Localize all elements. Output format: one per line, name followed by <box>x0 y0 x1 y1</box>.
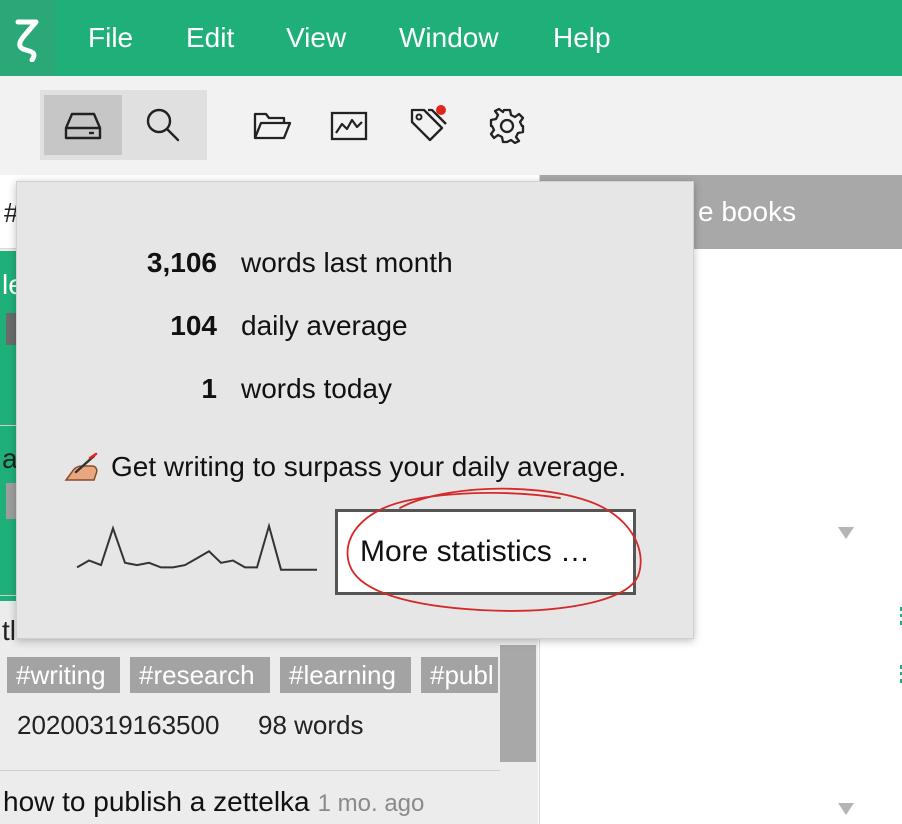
note-age: 1 mo. ago <box>317 790 425 817</box>
tag-research[interactable]: #research <box>130 657 270 693</box>
sparkline-line <box>76 522 317 571</box>
advice-text: Get writing to surpass your daily averag… <box>111 451 627 482</box>
note-id: 20200319163500 <box>17 710 220 740</box>
writing-hand-icon <box>64 452 98 481</box>
collapse-arrow-icon[interactable] <box>838 803 854 815</box>
words-last-month-value: 3,106 <box>146 247 217 278</box>
list-item[interactable]: how to publish a zettelka 1 mo. ago <box>3 784 424 822</box>
folder-open-icon <box>253 112 292 140</box>
toolbar-mode-group <box>40 90 207 160</box>
menu-view[interactable]: View <box>286 20 346 56</box>
zeta-logo-icon <box>15 19 39 62</box>
daily-average-value: 104 <box>170 310 217 341</box>
daily-average-label: daily average <box>241 310 408 341</box>
statistics-icon <box>330 111 368 141</box>
collapse-arrow-icon[interactable] <box>838 527 854 539</box>
menu-help[interactable]: Help <box>553 20 611 56</box>
word-count: 98 words <box>258 710 364 740</box>
app-logo[interactable] <box>0 0 56 76</box>
tag-learning[interactable]: #learning <box>280 657 411 693</box>
file-manager-button[interactable] <box>44 95 122 155</box>
gear-icon <box>489 107 525 145</box>
menu-window[interactable]: Window <box>399 20 499 56</box>
statistics-button[interactable] <box>329 106 369 146</box>
annotation-circle <box>346 487 642 612</box>
tags-icon <box>410 105 447 142</box>
tag-writing[interactable]: #writing <box>7 657 120 693</box>
menu-bar: File Edit View Window Help <box>0 0 902 76</box>
notification-dot <box>436 105 446 115</box>
drive-icon <box>64 112 102 140</box>
settings-button[interactable] <box>487 106 527 146</box>
item-fragment: tl <box>2 615 16 646</box>
words-today-label: words today <box>241 373 392 404</box>
open-folder-button[interactable] <box>252 106 292 146</box>
menu-edit[interactable]: Edit <box>186 20 234 56</box>
toolbar <box>0 76 902 175</box>
menu-file[interactable]: File <box>88 20 133 56</box>
words-today-value: 1 <box>201 373 217 404</box>
editor-tab-title: e books <box>698 196 797 227</box>
search-icon <box>146 108 180 142</box>
activity-sparkline <box>76 522 317 571</box>
tag-publ[interactable]: #publ <box>421 657 498 693</box>
list-scrollbar[interactable] <box>500 645 536 762</box>
words-last-month-label: words last month <box>241 247 453 278</box>
note-title: how to publish a zettelka <box>3 786 310 817</box>
search-button[interactable] <box>124 95 202 155</box>
tags-button[interactable] <box>408 104 448 144</box>
list-divider <box>0 770 500 771</box>
